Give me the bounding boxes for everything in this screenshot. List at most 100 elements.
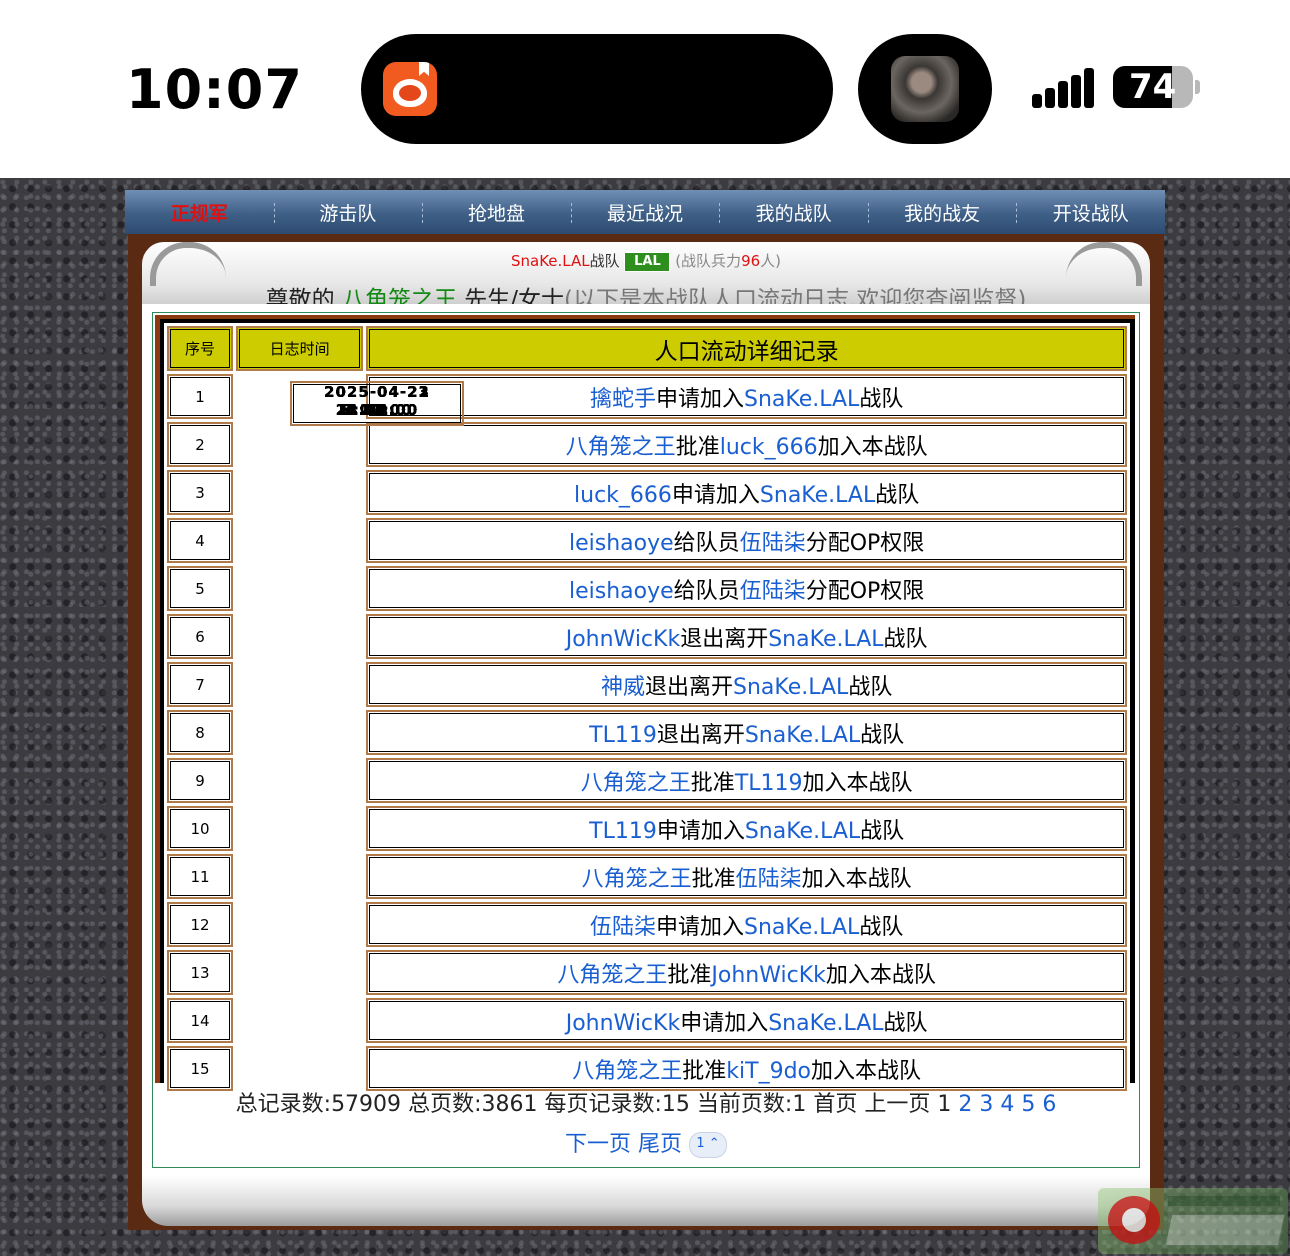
log-table-frame: 序号 日志时间 人口流动详细记录 1 2025-04-23 9:07:00 擒蛇手申… (155, 315, 1135, 1094)
video-thumbnail (891, 56, 959, 122)
row-number: 7 (167, 662, 233, 707)
page-link[interactable]: 2 (958, 1092, 972, 1117)
nav-item[interactable]: 游击队 (273, 199, 423, 226)
row-number: 4 (167, 518, 233, 563)
header-detail: 人口流动详细记录 (366, 326, 1127, 371)
detail-link[interactable]: 八角笼之王 (566, 435, 676, 460)
pagination-line-1: 总记录数:57909 总页数:3861 每页记录数:15 当前页数:1 首页 上… (153, 1085, 1139, 1125)
signal-icon (1032, 68, 1096, 108)
page-select[interactable]: 1 ⌃ (689, 1132, 728, 1158)
tomato-app-icon[interactable] (383, 62, 437, 116)
detail-text: 加入本战队 (801, 866, 912, 892)
detail-link[interactable]: 伍陆柒 (740, 579, 806, 604)
page-link[interactable]: 6 (1042, 1092, 1056, 1117)
detail-text: 战队 (859, 914, 904, 940)
detail-link[interactable]: 伍陆柒 (740, 531, 806, 556)
detail-link[interactable]: 伍陆柒 (590, 915, 656, 940)
row-detail: 伍陆柒申请加入SnaKe.LAL战队 (366, 902, 1127, 947)
top-nav: 正规军 游击队 抢地盘 最近战况 我的战队 我的战友 开设战队 (125, 190, 1165, 234)
detail-text: 申请加入 (655, 386, 744, 412)
nav-item[interactable]: 正规军 (125, 199, 274, 226)
detail-link[interactable]: SnaKe.LAL (760, 483, 875, 508)
header-no: 序号 (167, 326, 233, 371)
table-row: 5 2025-04-23 5:11:00 leishaoye给队员伍陆柒分配OP权限 (167, 381, 1127, 611)
detail-link[interactable]: SnaKe.LAL (745, 819, 860, 844)
detail-link[interactable]: 八角笼之王 (572, 1059, 682, 1084)
header-time: 日志时间 (236, 326, 364, 371)
main-frame: SnaKe.LAL战队 LAL (战队兵力96人) 尊敬的 八角笼之王 先生/女… (128, 234, 1164, 1230)
detail-text: 战队 (860, 722, 905, 748)
nav-item[interactable]: 我的战友 (867, 199, 1017, 226)
nav-item[interactable]: 我的战队 (719, 199, 868, 226)
page-link[interactable]: 4 (1000, 1092, 1014, 1117)
detail-link[interactable]: SnaKe.LAL (744, 915, 859, 940)
detail-text: 战队 (883, 626, 928, 652)
row-time: 2025-04-21 21:58:00 (290, 381, 464, 426)
detail-link[interactable]: 八角笼之王 (582, 867, 692, 892)
table-row: 10 2025-04-21 22:24:00 TL119申请加入SnaKe.LAL战… (167, 381, 1127, 851)
nav-item[interactable]: 开设战队 (1016, 199, 1165, 226)
table-row: 9 2025-04-21 22:25:00 八角笼之王批准TL119加入本战队 (167, 381, 1127, 803)
table-row: 13 2025-04-21 22:01:00 八角笼之王批准JohnWicKk加入本… (167, 381, 1127, 995)
detail-link[interactable]: leishaoye (569, 531, 674, 556)
detail-link[interactable]: 八角笼之王 (581, 771, 691, 796)
detail-text: 给队员 (673, 530, 740, 556)
row-number: 1 (167, 374, 233, 419)
log-panel: 序号 日志时间 人口流动详细记录 1 2025-04-23 9:07:00 擒蛇手申… (152, 312, 1140, 1168)
next-page-link[interactable]: 下一页 (565, 1132, 631, 1157)
detail-text: 申请加入 (671, 482, 760, 508)
detail-link[interactable]: leishaoye (569, 579, 674, 604)
detail-text: 分配OP权限 (805, 578, 925, 604)
per-page-label: 每页记录数: (544, 1092, 662, 1117)
nav-item[interactable]: 抢地盘 (422, 199, 571, 226)
row-number: 2 (167, 422, 233, 467)
detail-link[interactable]: JohnWicKk (566, 1011, 680, 1036)
row-number: 9 (167, 758, 233, 803)
detail-link[interactable]: TL119 (589, 819, 657, 844)
detail-link[interactable]: 擒蛇手 (590, 387, 656, 412)
detail-link[interactable]: luck_666 (574, 483, 672, 508)
detail-link[interactable]: SnaKe.LAL (745, 723, 860, 748)
table-row: 11 2025-04-21 22:10:00 八角笼之王批准伍陆柒加入本战队 (167, 381, 1127, 899)
detail-link[interactable]: JohnWicKk (711, 963, 825, 988)
picture-in-picture[interactable] (858, 34, 992, 144)
row-number: 3 (167, 470, 233, 515)
detail-link[interactable]: SnaKe.LAL (744, 387, 859, 412)
row-detail: leishaoye给队员伍陆柒分配OP权限 (366, 566, 1127, 611)
detail-link[interactable]: 八角笼之王 (557, 963, 667, 988)
detail-link[interactable]: TL119 (735, 771, 803, 796)
dynamic-island[interactable] (361, 34, 833, 144)
detail-text: 申请加入 (656, 818, 745, 844)
team-name-link[interactable]: SnaKe.LAL (511, 252, 590, 270)
detail-text: 战队 (883, 1010, 928, 1036)
page-link[interactable]: 3 (979, 1092, 993, 1117)
first-page: 首页 (813, 1092, 858, 1117)
detail-link[interactable]: TL119 (589, 723, 657, 748)
row-detail: 八角笼之王批准伍陆柒加入本战队 (366, 854, 1127, 899)
detail-link[interactable]: JohnWicKk (566, 627, 680, 652)
detail-text: 批准 (682, 1058, 727, 1084)
page-links: 2 3 4 5 6 (951, 1092, 1056, 1117)
row-detail: TL119退出离开SnaKe.LAL战队 (366, 710, 1127, 755)
detail-link[interactable]: SnaKe.LAL (768, 627, 883, 652)
pagination: 总记录数:57909 总页数:3861 每页记录数:15 当前页数:1 首页 上… (153, 1085, 1139, 1165)
row-detail: TL119申请加入SnaKe.LAL战队 (366, 806, 1127, 851)
detail-link[interactable]: SnaKe.LAL (733, 675, 848, 700)
last-page-link[interactable]: 尾页 (638, 1132, 682, 1157)
detail-link[interactable]: luck_666 (720, 435, 818, 460)
total-records-label: 总记录数: (235, 1092, 332, 1117)
detail-text: 申请加入 (680, 1010, 769, 1036)
detail-text: 加入本战队 (811, 1058, 922, 1084)
nav-item[interactable]: 最近战况 (570, 199, 720, 226)
detail-link[interactable]: SnaKe.LAL (768, 1011, 883, 1036)
table-row: 12 2025-04-21 22:09:00 伍陆柒申请加入SnaKe.LAL战队 (167, 381, 1127, 947)
detail-text: 退出离开 (680, 626, 769, 652)
total-records: 57909 (331, 1092, 402, 1117)
detail-link[interactable]: 伍陆柒 (736, 867, 802, 892)
detail-text: 批准 (667, 962, 712, 988)
row-number: 11 (167, 854, 233, 899)
detail-link[interactable]: kiT_9do (726, 1059, 811, 1084)
page-link[interactable]: 5 (1021, 1092, 1035, 1117)
detail-text: 加入本战队 (802, 770, 913, 796)
detail-link[interactable]: 神威 (601, 675, 645, 700)
